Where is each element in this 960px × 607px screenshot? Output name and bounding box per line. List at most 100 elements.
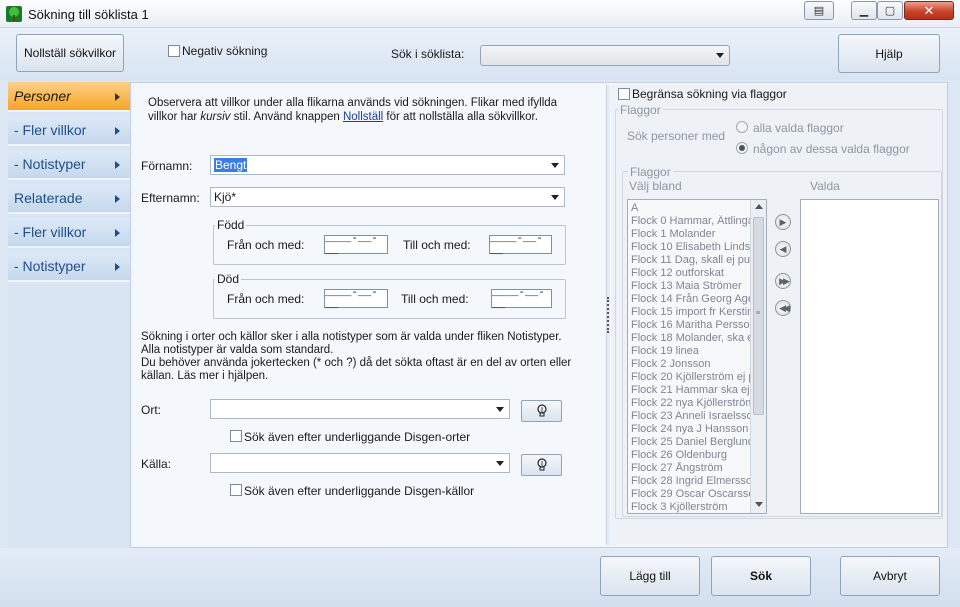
born-to-date-input[interactable]: ____-__-__ xyxy=(489,233,552,257)
available-flags-list[interactable]: A Flock 0 Hammar, Ättlinga Flock 1 Molande… xyxy=(627,199,767,514)
list-item[interactable]: Flock 27 Ångström xyxy=(628,462,750,475)
sidebar-item-label: - Notistyper xyxy=(14,258,86,274)
note-line: källan. Läs mer i hjälpen. xyxy=(141,370,269,382)
remove-flag-button[interactable]: ◀ xyxy=(775,241,791,257)
sub-places-checkbox[interactable] xyxy=(230,430,242,442)
selected-flags-list[interactable] xyxy=(800,199,939,514)
add-all-flags-button[interactable]: ▶▶ xyxy=(775,273,791,289)
sub-sources-checkbox[interactable] xyxy=(230,484,242,496)
chevron-right-icon xyxy=(115,229,120,237)
cancel-button[interactable]: Avbryt xyxy=(840,556,940,596)
flag-rows: A Flock 0 Hammar, Ättlinga Flock 1 Molande… xyxy=(628,202,750,513)
flags-inner-title: Flaggor xyxy=(628,165,673,179)
list-item[interactable]: Flock 10 Elisabeth Lindsk xyxy=(628,241,750,254)
list-item[interactable]: Flock 20 Kjöllerström ej p xyxy=(628,371,750,384)
sidebar-item-more-criteria[interactable]: - Fler villkor xyxy=(8,116,130,146)
maximize-icon: ▢ xyxy=(884,5,896,17)
sidebar-item-related-more-criteria[interactable]: - Fler villkor xyxy=(8,218,130,248)
grip-icon: ≡ xyxy=(756,310,761,317)
restore-layout-button[interactable]: ▤ xyxy=(804,1,834,20)
died-group-title: Död xyxy=(215,272,242,286)
lastname-label: Efternamn: xyxy=(141,191,200,205)
double-arrow-right-icon: ▶▶ xyxy=(779,275,790,286)
limit-by-flags-checkbox[interactable] xyxy=(618,88,630,100)
place-lookup-button[interactable] xyxy=(521,400,562,422)
any-flags-label: någon av dessa valda flaggor xyxy=(753,142,910,156)
sidebar-item-label: - Fler villkor xyxy=(14,122,87,138)
sidebar-item-note-types[interactable]: - Notistyper xyxy=(8,150,130,180)
all-flags-radio[interactable] xyxy=(736,121,748,133)
minimize-icon: ▁ xyxy=(859,5,869,17)
chevron-down-icon xyxy=(496,461,504,466)
info-text-part: stil. Använd knappen xyxy=(230,111,343,123)
list-item[interactable]: Flock 29 Oscar Oscarsso xyxy=(628,488,750,501)
chevron-right-icon xyxy=(115,93,120,101)
scroll-thumb[interactable]: ≡ xyxy=(753,217,764,415)
negative-search-checkbox[interactable] xyxy=(168,45,180,57)
double-arrow-left-icon: ◀◀ xyxy=(779,302,790,313)
list-item[interactable]: Flock 1 Molander xyxy=(628,228,750,241)
list-item[interactable]: Flock 14 Från Georg Age xyxy=(628,293,750,306)
search-button[interactable]: Sök xyxy=(711,556,811,596)
firstname-combo[interactable]: Bengt xyxy=(210,155,565,175)
maximize-button[interactable]: ▢ xyxy=(877,1,903,20)
list-item[interactable]: Flock 28 Ingrid Elmersso xyxy=(628,475,750,488)
list-item[interactable]: Flock 23 Anneli Israelsso xyxy=(628,410,750,423)
scroll-up-icon[interactable] xyxy=(755,204,763,209)
negative-search-label: Negativ sökning xyxy=(182,44,268,58)
note-line: Alla notistyper är valda som standard. xyxy=(141,344,334,356)
died-from-date-input[interactable]: ____-__-__ xyxy=(324,287,388,311)
panel-splitter[interactable] xyxy=(606,85,610,545)
list-item[interactable]: Flock 24 nya J Hansson xyxy=(628,423,750,436)
sidebar-item-label: - Notistyper xyxy=(14,156,86,172)
died-to-date-input[interactable]: ____-__-__ xyxy=(491,287,552,311)
chevron-right-icon xyxy=(115,195,120,203)
window-title: Sökning till söklista 1 xyxy=(28,7,149,22)
list-item[interactable]: Flock 0 Hammar, Ättlinga xyxy=(628,215,750,228)
list-item[interactable]: Flock 18 Molander, ska e xyxy=(628,332,750,345)
list-item[interactable]: Flock 11 Dag, skall ej pul xyxy=(628,254,750,267)
add-to-list-button[interactable]: Lägg till xyxy=(600,556,700,596)
list-item[interactable]: Flock 25 Daniel Berglund xyxy=(628,436,750,449)
reset-criteria-button[interactable]: Nollställ sökvilkor xyxy=(16,34,124,72)
search-persons-label: Sök personer med xyxy=(627,129,726,143)
list-item[interactable]: Flock 16 Maritha Persson xyxy=(628,319,750,332)
source-lookup-button[interactable] xyxy=(521,454,562,476)
list-item[interactable]: Flock 21 Hammar ska ej p xyxy=(628,384,750,397)
scroll-down-icon[interactable] xyxy=(755,502,763,507)
help-button[interactable]: Hjälp xyxy=(838,34,940,73)
any-flags-radio[interactable] xyxy=(736,142,748,154)
firstname-label: Förnamn: xyxy=(141,159,193,173)
list-item[interactable]: Flock 12 outforskat xyxy=(628,267,750,280)
place-source-note: Sökning i orter och källor sker i alla n… xyxy=(141,331,601,383)
list-item[interactable]: A xyxy=(628,202,750,215)
list-item[interactable]: Flock 26 Oldenburg xyxy=(628,449,750,462)
list-item[interactable]: Flock 22 nya Kjöllerström xyxy=(628,397,750,410)
lastname-combo[interactable]: Kjö* xyxy=(210,187,565,207)
lightbulb-icon xyxy=(536,458,547,471)
add-flag-button[interactable]: ▶ xyxy=(775,214,791,230)
lightbulb-icon xyxy=(536,404,547,417)
source-combo[interactable] xyxy=(210,453,510,473)
remove-all-flags-button[interactable]: ◀◀ xyxy=(775,300,791,316)
list-item[interactable]: Flock 2 Jonsson xyxy=(628,358,750,371)
info-text-part: villkor har xyxy=(148,111,201,123)
list-item[interactable]: Flock 13 Maia Strömer xyxy=(628,280,750,293)
sidebar-item-related-note-types[interactable]: - Notistyper xyxy=(8,252,130,282)
born-from-date-input[interactable]: ____-__-__ xyxy=(324,233,388,257)
minimize-button[interactable]: ▁ xyxy=(851,1,877,20)
place-combo[interactable] xyxy=(210,399,510,419)
search-list-select[interactable] xyxy=(480,45,730,66)
chevron-down-icon xyxy=(551,163,559,168)
list-item[interactable]: Flock 15 import fr Kerstin xyxy=(628,306,750,319)
close-button[interactable]: ✕ xyxy=(904,1,954,20)
sidebar-item-persons[interactable]: Personer xyxy=(8,82,130,112)
sidebar-item-related[interactable]: Relaterade xyxy=(8,184,130,214)
lastname-value: Kjö* xyxy=(214,190,237,204)
reset-link[interactable]: Nollställ xyxy=(343,111,383,123)
list-item[interactable]: Flock 19 linea xyxy=(628,345,750,358)
list-item[interactable]: Flock 3 Kjöllerström xyxy=(628,501,750,513)
flags-scrollbar[interactable]: ≡ xyxy=(750,200,766,513)
close-icon: ✕ xyxy=(923,2,935,18)
sidebar-item-label: Personer xyxy=(14,88,71,104)
